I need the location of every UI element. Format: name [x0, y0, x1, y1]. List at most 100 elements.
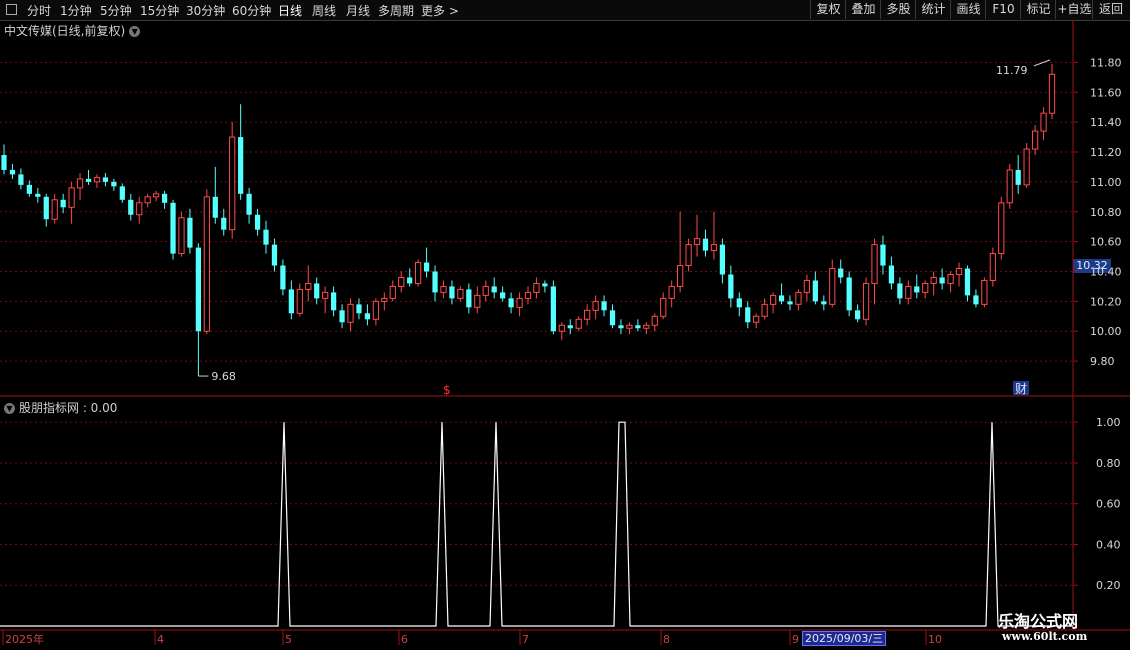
candle-body [685, 244, 692, 267]
candle-body [347, 303, 354, 323]
watermark-title: 乐淘公式网 [998, 612, 1079, 631]
y-tick-label: 10.20 [1090, 295, 1122, 308]
candle-body [389, 285, 396, 299]
candle-body [305, 282, 312, 290]
candle-body [584, 309, 591, 320]
y-tick-label: 10.00 [1090, 325, 1122, 338]
x-tick-label: 4 [157, 633, 164, 646]
candle-body [457, 288, 464, 299]
low-marker-label: 9.68 [211, 370, 236, 383]
candle-body [178, 217, 185, 255]
y-tick-label: 0.40 [1096, 538, 1121, 551]
candle-body [778, 295, 785, 302]
candle-body [542, 283, 548, 287]
candle-body [491, 286, 497, 293]
candle-body [128, 199, 134, 215]
candle-body [246, 193, 252, 215]
watermark-url: www.60lt.com [1002, 630, 1088, 643]
candle-body [398, 276, 405, 287]
candle-body [238, 137, 244, 194]
candle-body [592, 300, 599, 311]
candle-body [296, 288, 303, 314]
candle-body [862, 282, 870, 320]
candle-body [9, 169, 16, 175]
candle-body [51, 199, 58, 220]
candle-body [769, 294, 777, 305]
candle-body [728, 274, 734, 299]
candle-body [930, 276, 937, 284]
candle-body [710, 244, 718, 252]
candle-body [339, 310, 345, 323]
indicator-line [0, 421, 1073, 627]
candle-body [93, 176, 101, 183]
candle-body [153, 193, 160, 198]
candle-body [989, 253, 996, 281]
candle-body [846, 277, 852, 311]
y-tick-label: 11.40 [1090, 116, 1122, 129]
event-marker-finance: 财 [1015, 382, 1027, 396]
candle-body [922, 282, 929, 293]
candle-body [575, 318, 582, 329]
candle-body [26, 184, 32, 194]
candle-body [372, 300, 379, 320]
candle-body [897, 283, 903, 299]
y-tick-label: 0.20 [1096, 579, 1121, 592]
candle-body [609, 310, 616, 326]
candle-body [43, 196, 49, 220]
event-marker-dividend: $ [443, 383, 451, 397]
candle-body [212, 196, 218, 218]
candle-body [364, 313, 371, 320]
candle-body [35, 193, 41, 197]
candle-body [229, 136, 236, 231]
candle-body [1, 155, 7, 170]
candle-body [626, 324, 633, 329]
candle-body [314, 283, 320, 299]
candle-body [677, 265, 684, 287]
candle-body [508, 298, 514, 308]
candle-body [356, 304, 362, 314]
candle-body [263, 229, 269, 245]
candle-body [964, 268, 971, 296]
candle-body [880, 244, 886, 266]
candle-body [482, 285, 489, 296]
candle-body [102, 177, 109, 182]
candle-body [745, 307, 751, 323]
candle-body [415, 262, 422, 284]
candle-body [838, 268, 844, 278]
y-tick-label: 11.20 [1090, 146, 1122, 159]
candle-body [939, 277, 945, 284]
y-tick-label: 10.40 [1090, 266, 1122, 279]
candle-body [871, 244, 878, 284]
candle-body [1048, 73, 1056, 114]
candle-body [998, 202, 1005, 255]
candle-body [85, 178, 92, 182]
candle-body [330, 292, 337, 311]
candle-body [1015, 169, 1021, 185]
kline-chart[interactable]: 11.80 11.60 11.40 11.20 11.00 10.80 10.60 10.40… [0, 0, 1130, 650]
candle-body [787, 301, 793, 305]
candle-body [854, 310, 861, 320]
candle-body [761, 303, 768, 317]
candle-body [144, 196, 151, 204]
y-tick-label: 1.00 [1096, 416, 1121, 429]
candle-body [829, 268, 836, 305]
candle-body [203, 196, 210, 332]
y-tick-label: 11.60 [1090, 86, 1122, 99]
candle-body [119, 186, 125, 200]
candle-body [812, 280, 818, 302]
cursor-date-label: 2025/09/03/三 [802, 631, 887, 646]
candle-body [322, 291, 329, 299]
candle-body [803, 279, 811, 293]
x-tick-label: 6 [401, 633, 408, 646]
y-tick-label: 11.00 [1090, 176, 1122, 189]
candle-body [221, 217, 227, 230]
x-tick-label: 8 [663, 633, 670, 646]
candle-body [533, 282, 540, 293]
candle-body [1031, 130, 1039, 150]
candle-body [888, 265, 895, 284]
candle-body [161, 193, 168, 203]
candle-body [821, 301, 827, 305]
candle-body [111, 181, 117, 187]
x-tick-label: 5 [285, 633, 292, 646]
x-tick-label: 10 [928, 633, 942, 646]
